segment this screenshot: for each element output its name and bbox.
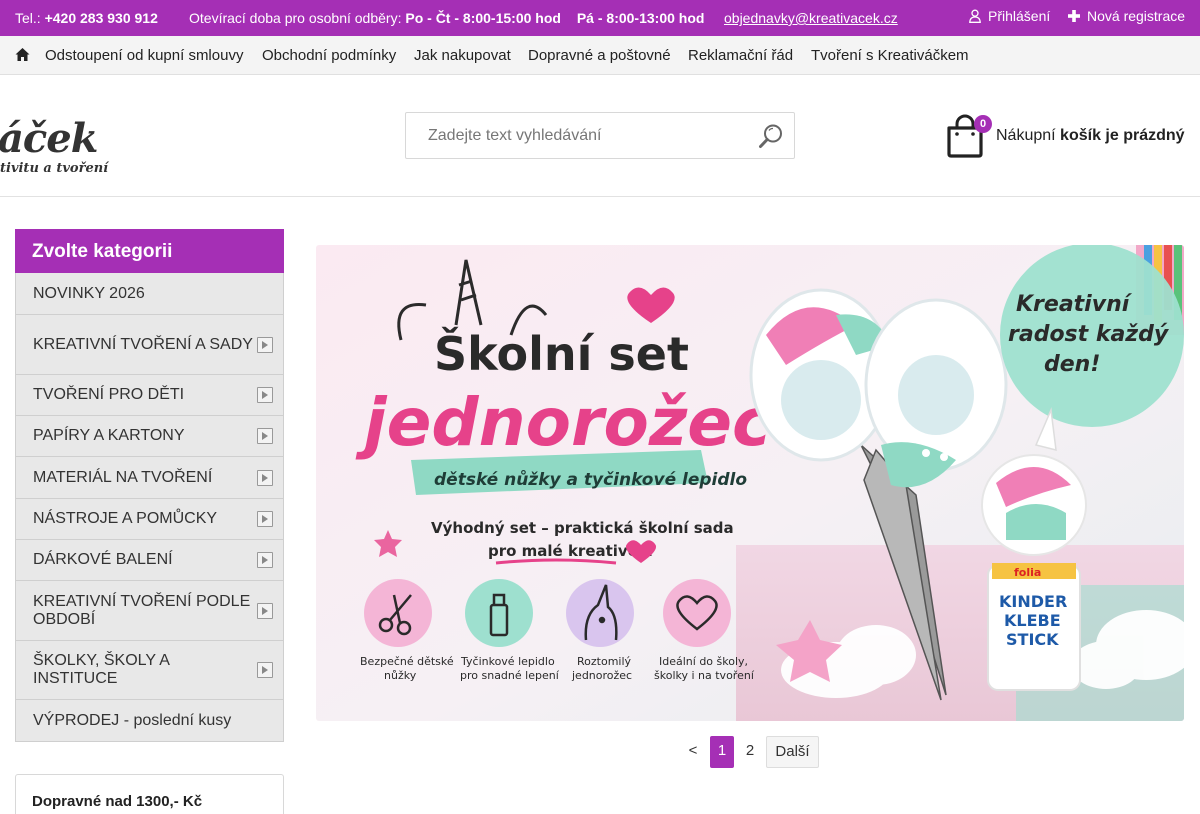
nav-item-how-to-buy[interactable]: Jak nakupovat (414, 47, 511, 64)
login-link[interactable]: Přihlášení (968, 8, 1050, 24)
expand-arrow-icon[interactable] (257, 662, 273, 678)
feature-label-1b: nůžky (384, 669, 417, 682)
badge-line1: Kreativní (1016, 292, 1133, 317)
category-label: MATERIÁL NA TVOŘENÍ (33, 468, 213, 486)
promo-banner[interactable]: Školní set jednorožec dětské nůžky a tyč… (316, 245, 1184, 721)
phone-number[interactable]: +420 283 930 912 (45, 10, 158, 26)
glue-text-3: STICK (1006, 630, 1059, 649)
feature-label-3b: jednorožec (571, 669, 632, 682)
expand-arrow-icon[interactable] (257, 602, 273, 619)
feature-unicorn: Roztomilý jednorožec (566, 579, 634, 682)
glue-brand: folia (1014, 566, 1041, 579)
category-podle-obdobi[interactable]: KREATIVNÍ TVOŘENÍ PODLE OBDOBÍ (16, 580, 283, 640)
logo[interactable]: áček (0, 115, 98, 162)
category-label: ŠKOLKY, ŠKOLY A INSTITUCE (33, 652, 170, 687)
category-label: PAPÍRY A KARTONY (33, 427, 185, 444)
register-link[interactable]: Nová registrace (1067, 8, 1185, 24)
search-icon[interactable] (758, 123, 784, 149)
banner-artwork: Školní set jednorožec dětské nůžky a tyč… (316, 245, 1184, 721)
nav-item-complaints[interactable]: Reklamační řád (688, 47, 793, 64)
page-2-button[interactable]: 2 (742, 736, 758, 768)
opening-hours: Otevírací doba pro osobní odběry: Po - Č… (189, 10, 704, 26)
feature-label-1a: Bezpečné dětské (360, 655, 454, 668)
cart-empty-text: košík je prázdný (1060, 127, 1185, 144)
category-label: VÝPRODEJ - poslední kusy (33, 711, 232, 729)
next-page-button[interactable]: Další (766, 736, 819, 768)
shipping-note: Dopravné nad 1300,- Kč (15, 774, 284, 814)
category-kreativni-tvoreni[interactable]: KREATIVNÍ TVOŘENÍ A SADY (16, 314, 283, 374)
email-link-wrap: objednavky@kreativacek.cz (724, 10, 898, 26)
category-material[interactable]: MATERIÁL NA TVOŘENÍ (16, 456, 283, 498)
badge-line2: radost každý (1008, 322, 1170, 347)
register-label: Nová registrace (1087, 8, 1186, 24)
category-label: NOVINKY 2026 (33, 284, 145, 302)
phone-label: Tel.: (15, 10, 41, 26)
logo-tagline: tivitu a tvoření (0, 161, 109, 176)
ribbon-text: dětské nůžky a tyčinkové lepidlo (434, 469, 747, 490)
feature-label-4b: školky i na tvoření (654, 669, 755, 682)
hours-label: Otevírací doba pro osobní odběry: (189, 10, 402, 26)
badge-line3: den! (1044, 352, 1100, 377)
category-label: NÁSTROJE A POMŮCKY (33, 510, 218, 527)
category-novinky[interactable]: NOVINKY 2026 (16, 273, 283, 314)
category-label: TVOŘENÍ PRO DĚTI (33, 386, 185, 403)
cart-label: Nákupní (996, 127, 1056, 144)
nav-item-withdrawal[interactable]: Odstoupení od kupní smlouvy (45, 47, 243, 64)
category-sidebar: Zvolte kategorii NOVINKY 2026 KREATIVNÍ … (15, 229, 284, 814)
feature-label-4a: Ideální do školy, (659, 655, 748, 668)
banner-title-line1: Školní set (434, 327, 689, 381)
glue-text-2: KLEBE (1004, 611, 1061, 630)
category-skolky[interactable]: ŠKOLKY, ŠKOLY A INSTITUCE (16, 640, 283, 699)
search-box (405, 112, 795, 159)
banner-title-line2: jednorožec (355, 384, 771, 461)
expand-arrow-icon[interactable] (257, 428, 273, 444)
expand-arrow-icon[interactable] (257, 552, 273, 568)
expand-arrow-icon[interactable] (257, 511, 273, 527)
login-label: Přihlášení (988, 8, 1051, 24)
glue-text-1: KINDER (999, 592, 1067, 611)
cart-widget[interactable]: 0 Nákupní košík je prázdný (946, 112, 1191, 160)
nav-item-shipping[interactable]: Dopravné a poštovné (528, 47, 671, 64)
main-nav: Odstoupení od kupní smlouvy Obchodní pod… (0, 36, 1200, 75)
cart-status: Nákupní košík je prázdný (996, 127, 1185, 145)
cart-count-badge: 0 (974, 115, 992, 133)
category-darkove-baleni[interactable]: DÁRKOVÉ BALENÍ (16, 539, 283, 580)
banner-subtitle-line1: Výhodný set – praktická školní sada (431, 519, 734, 537)
feature-label-3a: Roztomilý (577, 655, 632, 668)
nav-item-terms[interactable]: Obchodní podmínky (262, 47, 396, 64)
category-papiry[interactable]: PAPÍRY A KARTONY (16, 415, 283, 456)
feature-label-2a: Tyčinkové lepidlo (460, 655, 555, 668)
site-header: áček tivitu a tvoření 0 Nákupní košík je… (0, 75, 1200, 197)
feature-label-2b: pro snadné lepení (460, 669, 560, 682)
hours-friday: Pá - 8:00-13:00 hod (576, 10, 705, 26)
category-label: KREATIVNÍ TVOŘENÍ PODLE OBDOBÍ (33, 592, 251, 628)
category-vyprodej[interactable]: VÝPRODEJ - poslední kusy (16, 699, 283, 741)
email-link[interactable]: objednavky@kreativacek.cz (724, 10, 898, 26)
nav-item-creating[interactable]: Tvoření s Kreativáčkem (811, 47, 969, 64)
home-icon[interactable] (15, 47, 30, 62)
category-list: NOVINKY 2026 KREATIVNÍ TVOŘENÍ A SADY TV… (15, 273, 284, 742)
prev-page-button[interactable]: < (687, 736, 699, 768)
category-tvoreni-pro-deti[interactable]: TVOŘENÍ PRO DĚTI (16, 374, 283, 415)
page-1-button[interactable]: 1 (710, 736, 734, 768)
category-label: KREATIVNÍ TVOŘENÍ A SADY (33, 335, 253, 353)
search-input[interactable] (406, 113, 746, 158)
category-nastroje[interactable]: NÁSTROJE A POMŮCKY (16, 498, 283, 539)
expand-arrow-icon[interactable] (257, 469, 273, 486)
slogan-badge: Kreativní radost každý den! (1000, 245, 1184, 427)
plus-icon (1068, 10, 1080, 22)
hours-weekdays: Po - Čt - 8:00-15:00 hod (405, 10, 561, 26)
top-bar: Tel.: +420 283 930 912 Otevírací doba pr… (0, 0, 1200, 36)
expand-arrow-icon[interactable] (257, 336, 273, 353)
phone-info: Tel.: +420 283 930 912 (15, 10, 158, 26)
category-label: DÁRKOVÉ BALENÍ (33, 551, 173, 568)
user-icon (969, 9, 981, 23)
category-header: Zvolte kategorii (15, 229, 284, 273)
expand-arrow-icon[interactable] (257, 387, 273, 403)
